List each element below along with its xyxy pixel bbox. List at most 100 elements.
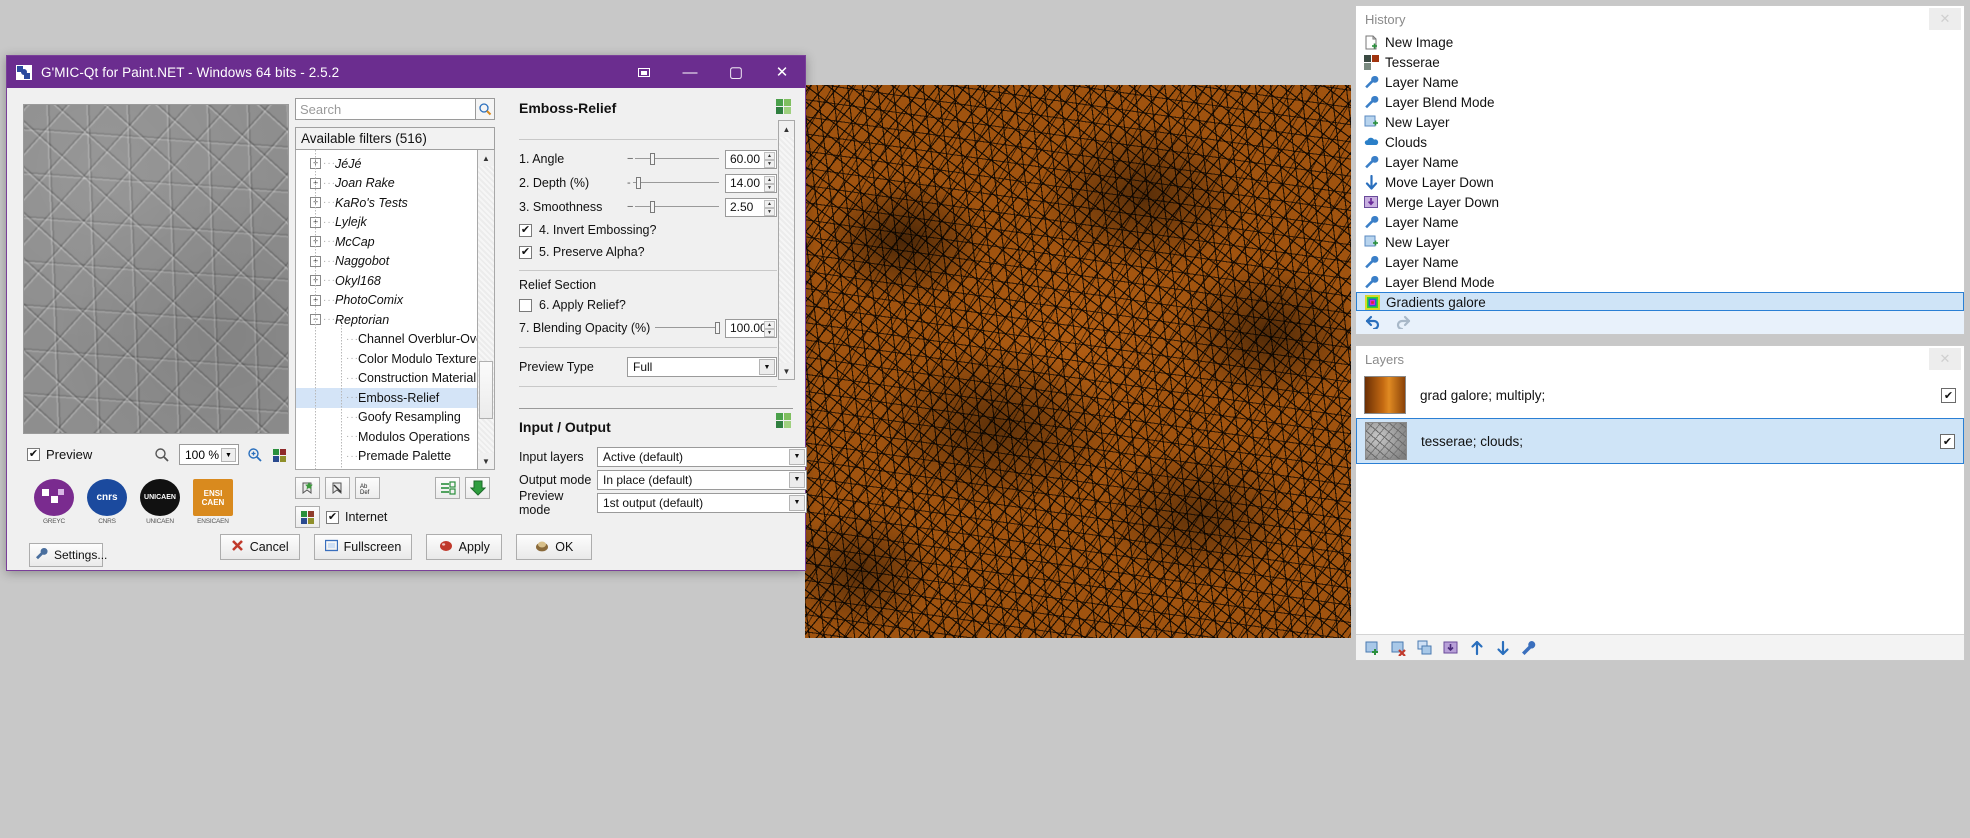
history-item[interactable]: Layer Blend Mode bbox=[1356, 92, 1964, 112]
add-favorite-icon[interactable] bbox=[295, 477, 320, 499]
filter-leaf-row[interactable]: ··· Premade Palette bbox=[296, 447, 477, 467]
parameter-spinbox[interactable]: 2.50 ▲ ▼ bbox=[725, 197, 777, 217]
layers-list[interactable]: grad galore; multiply; ✔ tesserae; clouds;… bbox=[1356, 372, 1964, 464]
blending-opacity-spinbox[interactable]: 100.00 ▲ ▼ bbox=[725, 318, 777, 338]
history-item[interactable]: Merge Layer Down bbox=[1356, 192, 1964, 212]
history-item[interactable]: Clouds bbox=[1356, 132, 1964, 152]
history-item[interactable]: Tesserae bbox=[1356, 52, 1964, 72]
merge-layer-down-icon[interactable] bbox=[1442, 639, 1459, 656]
remove-favorite-icon[interactable] bbox=[325, 477, 350, 499]
parameter-spinbox[interactable]: 14.00 ▲ ▼ bbox=[725, 173, 777, 193]
parameter-slider[interactable] bbox=[635, 152, 719, 166]
paintnet-canvas[interactable] bbox=[805, 85, 1351, 638]
magnifier-icon[interactable] bbox=[151, 445, 173, 465]
search-icon[interactable] bbox=[476, 98, 495, 120]
preview-type-combo[interactable]: Full ▼ bbox=[627, 357, 777, 377]
layer-visibility-checkbox[interactable]: ✔ bbox=[1940, 433, 1955, 449]
parameter-checkbox[interactable]: ✔ bbox=[519, 245, 532, 259]
io-combo[interactable]: 1st output (default) ▼ bbox=[597, 492, 807, 513]
filter-leaf-row[interactable]: ··· Goofy Resampling bbox=[296, 408, 477, 428]
history-item[interactable]: Move Layer Down bbox=[1356, 172, 1964, 192]
history-item[interactable]: New Layer bbox=[1356, 112, 1964, 132]
move-layer-down-icon[interactable] bbox=[1494, 639, 1511, 656]
filter-group-row[interactable]: −···Reptorian bbox=[296, 310, 477, 330]
filter-tree-scrollbar[interactable]: ▲ ▼ bbox=[478, 150, 495, 470]
move-layer-up-icon[interactable] bbox=[1468, 639, 1485, 656]
add-layer-icon[interactable] bbox=[1364, 639, 1381, 656]
filter-group-row[interactable]: +···Naggobot bbox=[296, 252, 477, 272]
history-item[interactable]: Layer Blend Mode bbox=[1356, 272, 1964, 292]
spin-buttons[interactable]: ▲ ▼ bbox=[764, 199, 775, 216]
duplicate-layer-icon[interactable] bbox=[1416, 639, 1433, 656]
filter-group-row[interactable]: +···KaRo's Tests bbox=[296, 193, 477, 213]
history-item[interactable]: Layer Name bbox=[1356, 252, 1964, 272]
titlebar-extra-button[interactable] bbox=[621, 56, 667, 88]
apply-relief-checkbox[interactable] bbox=[519, 298, 532, 312]
params-scroll-down[interactable]: ▼ bbox=[779, 363, 794, 379]
filter-group-row[interactable]: +···Okyl168 bbox=[296, 271, 477, 291]
close-button[interactable]: ✕ bbox=[759, 56, 805, 88]
expand-all-icon[interactable] bbox=[435, 477, 460, 499]
filter-preview[interactable] bbox=[23, 104, 289, 434]
params-scrollbar[interactable]: ▲ ▼ bbox=[778, 120, 795, 380]
parameter-spinbox[interactable]: 60.00 ▲ ▼ bbox=[725, 149, 777, 169]
history-item[interactable]: Layer Name bbox=[1356, 72, 1964, 92]
io-combo[interactable]: In place (default) ▼ bbox=[597, 469, 807, 490]
scroll-thumb[interactable] bbox=[479, 361, 493, 419]
collapse-down-icon[interactable] bbox=[465, 477, 490, 499]
filter-leaf-row[interactable]: ··· Emboss-Relief bbox=[296, 388, 477, 408]
spin-buttons[interactable]: ▲ ▼ bbox=[764, 320, 775, 337]
parameter-slider[interactable] bbox=[635, 200, 719, 214]
scroll-track[interactable] bbox=[478, 166, 494, 453]
zoom-level-combo[interactable]: 100 % ▼ bbox=[179, 444, 239, 465]
layer-row[interactable]: grad galore; multiply; ✔ bbox=[1356, 372, 1964, 418]
parameter-checkbox[interactable]: ✔ bbox=[519, 223, 532, 237]
redo-icon[interactable] bbox=[1392, 313, 1412, 332]
filter-group-row[interactable]: +···Lylejk bbox=[296, 213, 477, 233]
search-input[interactable]: Search bbox=[295, 98, 476, 120]
filter-leaf-row[interactable]: ···Channel Overblur-Overlin bbox=[296, 330, 477, 350]
zoom-in-icon[interactable] bbox=[245, 445, 264, 464]
history-item[interactable]: New Image bbox=[1356, 32, 1964, 52]
gmic-titlebar[interactable]: G'MIC-Qt for Paint.NET - Windows 64 bits… bbox=[7, 56, 805, 88]
filter-group-row[interactable]: +···Joan Rake bbox=[296, 174, 477, 194]
filter-leaf-row[interactable]: ··· Color Modulo Texture bbox=[296, 349, 477, 369]
parameter-slider[interactable] bbox=[632, 176, 719, 190]
delete-layer-icon[interactable] bbox=[1390, 639, 1407, 656]
filter-leaf-row[interactable]: ···Construction Material Tex bbox=[296, 369, 477, 389]
filter-group-row[interactable]: +···JéJé bbox=[296, 154, 477, 174]
history-item[interactable]: Layer Name bbox=[1356, 152, 1964, 172]
undo-icon[interactable] bbox=[1364, 313, 1384, 332]
layers-close-icon[interactable]: ✕ bbox=[1929, 348, 1961, 370]
rename-abc-icon[interactable]: Ab Def bbox=[355, 477, 380, 499]
blending-opacity-slider[interactable] bbox=[655, 321, 721, 335]
history-list[interactable]: New Image Tesserae Layer Name Layer Blend M… bbox=[1356, 32, 1964, 313]
history-close-icon[interactable]: ✕ bbox=[1929, 8, 1961, 30]
spin-buttons[interactable]: ▲ ▼ bbox=[764, 151, 775, 168]
history-item[interactable]: New Layer bbox=[1356, 232, 1964, 252]
fullscreen-button[interactable]: Fullscreen bbox=[313, 534, 413, 560]
cancel-button[interactable]: Cancel bbox=[219, 534, 300, 560]
filter-group-row[interactable]: +···PhotoComix bbox=[296, 291, 477, 311]
history-item[interactable]: Layer Name bbox=[1356, 212, 1964, 232]
layer-properties-icon[interactable] bbox=[1520, 639, 1537, 656]
ok-button[interactable]: OK bbox=[516, 534, 593, 560]
layer-row[interactable]: tesserae; clouds; ✔ bbox=[1356, 418, 1964, 464]
io-gear-icon[interactable] bbox=[775, 412, 793, 433]
minimize-button[interactable]: — bbox=[667, 56, 713, 88]
layer-visibility-checkbox[interactable]: ✔ bbox=[1941, 387, 1956, 403]
io-combo[interactable]: Active (default) ▼ bbox=[597, 446, 807, 467]
internet-checkbox[interactable]: ✔ bbox=[326, 510, 339, 524]
filter-tree[interactable]: +···JéJé+···Joan Rake+···KaRo's Tests+··… bbox=[295, 150, 478, 470]
params-scroll-track[interactable] bbox=[779, 137, 794, 363]
maximize-button[interactable]: ▢ bbox=[713, 56, 759, 88]
refresh-preview-icon[interactable] bbox=[270, 445, 289, 464]
preview-checkbox[interactable]: ✔ bbox=[27, 448, 40, 461]
filter-group-row[interactable]: +···McCap bbox=[296, 232, 477, 252]
update-filters-icon[interactable] bbox=[295, 506, 320, 528]
filter-leaf-row[interactable]: ··· Modulos Operations bbox=[296, 427, 477, 447]
spin-buttons[interactable]: ▲ ▼ bbox=[764, 175, 775, 192]
params-gear-icon[interactable] bbox=[775, 98, 793, 116]
params-scroll-up[interactable]: ▲ bbox=[779, 121, 794, 137]
scroll-down-arrow[interactable]: ▼ bbox=[478, 453, 494, 469]
